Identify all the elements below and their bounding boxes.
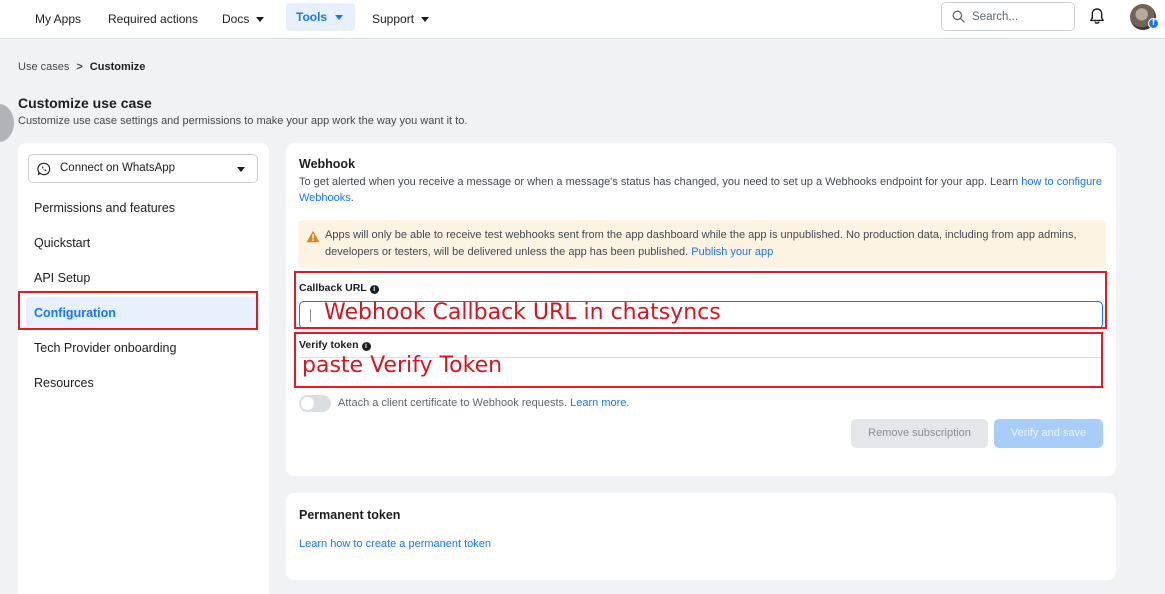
- nav-my-apps[interactable]: My Apps: [35, 8, 81, 30]
- sidebar-item-tech-provider[interactable]: Tech Provider onboarding: [26, 332, 260, 364]
- sidebar-item-configuration[interactable]: Configuration: [26, 297, 260, 329]
- remove-subscription-button[interactable]: Remove subscription: [851, 419, 988, 448]
- permanent-token-link[interactable]: Learn how to create a permanent token: [299, 538, 491, 550]
- verify-and-save-button[interactable]: Verify and save: [994, 419, 1103, 448]
- callback-url-annotation: Webhook Callback URL in chatsyncs: [324, 300, 721, 325]
- chevron-down-icon: [256, 17, 265, 23]
- client-certificate-toggle[interactable]: [299, 395, 331, 412]
- info-icon[interactable]: i: [369, 285, 379, 294]
- breadcrumb: Use cases > Customize: [18, 61, 145, 73]
- webhook-description-text: To get alerted when you receive a messag…: [299, 176, 1022, 188]
- nav-tools[interactable]: Tools: [286, 3, 355, 31]
- nav-tools-label: Tools: [296, 10, 328, 24]
- nav-docs-label: Docs: [222, 12, 250, 26]
- page-subtitle: Customize use case settings and permissi…: [18, 115, 468, 127]
- collapse-handle[interactable]: [0, 104, 14, 142]
- verify-token-label: Verify token i: [299, 339, 371, 351]
- webhook-description-end: .: [350, 192, 354, 204]
- facebook-icon: f: [1148, 18, 1159, 29]
- breadcrumb-separator: >: [76, 61, 83, 73]
- verify-token-label-text: Verify token: [299, 339, 359, 351]
- nav-support[interactable]: Support: [372, 8, 430, 30]
- webhook-card: Webhook To get alerted when you receive …: [286, 143, 1116, 476]
- client-certificate-label: Attach a client certificate to Webhook r…: [338, 397, 571, 409]
- chevron-down-icon: [335, 15, 344, 21]
- bell-icon[interactable]: [1087, 6, 1107, 26]
- sidebar-item-permissions[interactable]: Permissions and features: [26, 192, 260, 224]
- permanent-token-card: Permanent token Learn how to create a pe…: [286, 493, 1116, 580]
- sidebar-item-api-setup[interactable]: API Setup: [26, 262, 260, 294]
- chevron-down-icon: [421, 17, 430, 23]
- text-cursor: [310, 309, 311, 322]
- toggle-knob: [301, 397, 314, 410]
- page-title: Customize use case: [18, 95, 152, 111]
- breadcrumb-current: Customize: [89, 61, 146, 73]
- whatsapp-icon: [37, 162, 51, 176]
- nav-required-actions[interactable]: Required actions: [108, 8, 198, 30]
- webhook-description: To get alerted when you receive a messag…: [299, 174, 1104, 206]
- learn-more-link[interactable]: Learn more: [570, 397, 626, 409]
- verify-token-annotation: paste Verify Token: [302, 353, 503, 378]
- publish-app-link[interactable]: Publish your app: [691, 246, 773, 258]
- breadcrumb-use-cases[interactable]: Use cases: [18, 61, 69, 73]
- permanent-token-title: Permanent token: [299, 508, 401, 522]
- client-certificate-text: Attach a client certificate to Webhook r…: [338, 397, 629, 409]
- nav-support-label: Support: [372, 12, 415, 26]
- sidebar-item-resources[interactable]: Resources: [26, 367, 260, 399]
- search-input[interactable]: [972, 7, 1068, 27]
- search-icon: [952, 10, 965, 23]
- top-navigation: My Apps Required actions Docs Tools Supp…: [0, 0, 1165, 39]
- webhook-title: Webhook: [299, 157, 356, 171]
- nav-docs[interactable]: Docs: [222, 8, 265, 30]
- callback-url-label: Callback URL i: [299, 282, 379, 294]
- warning-text: Apps will only be able to receive test w…: [325, 227, 1095, 261]
- use-case-label: Connect on WhatsApp: [60, 162, 176, 174]
- warning-icon: [306, 230, 320, 243]
- sidebar-item-quickstart[interactable]: Quickstart: [26, 227, 260, 259]
- search-box[interactable]: [941, 2, 1075, 31]
- callback-url-label-text: Callback URL: [299, 282, 367, 294]
- client-certificate-end: .: [626, 397, 630, 409]
- chevron-down-icon: [237, 167, 245, 172]
- unpublished-warning: Apps will only be able to receive test w…: [298, 220, 1106, 268]
- use-case-sidebar: Connect on WhatsApp Permissions and feat…: [18, 143, 269, 594]
- info-icon[interactable]: i: [361, 342, 371, 351]
- use-case-dropdown[interactable]: Connect on WhatsApp: [28, 154, 258, 183]
